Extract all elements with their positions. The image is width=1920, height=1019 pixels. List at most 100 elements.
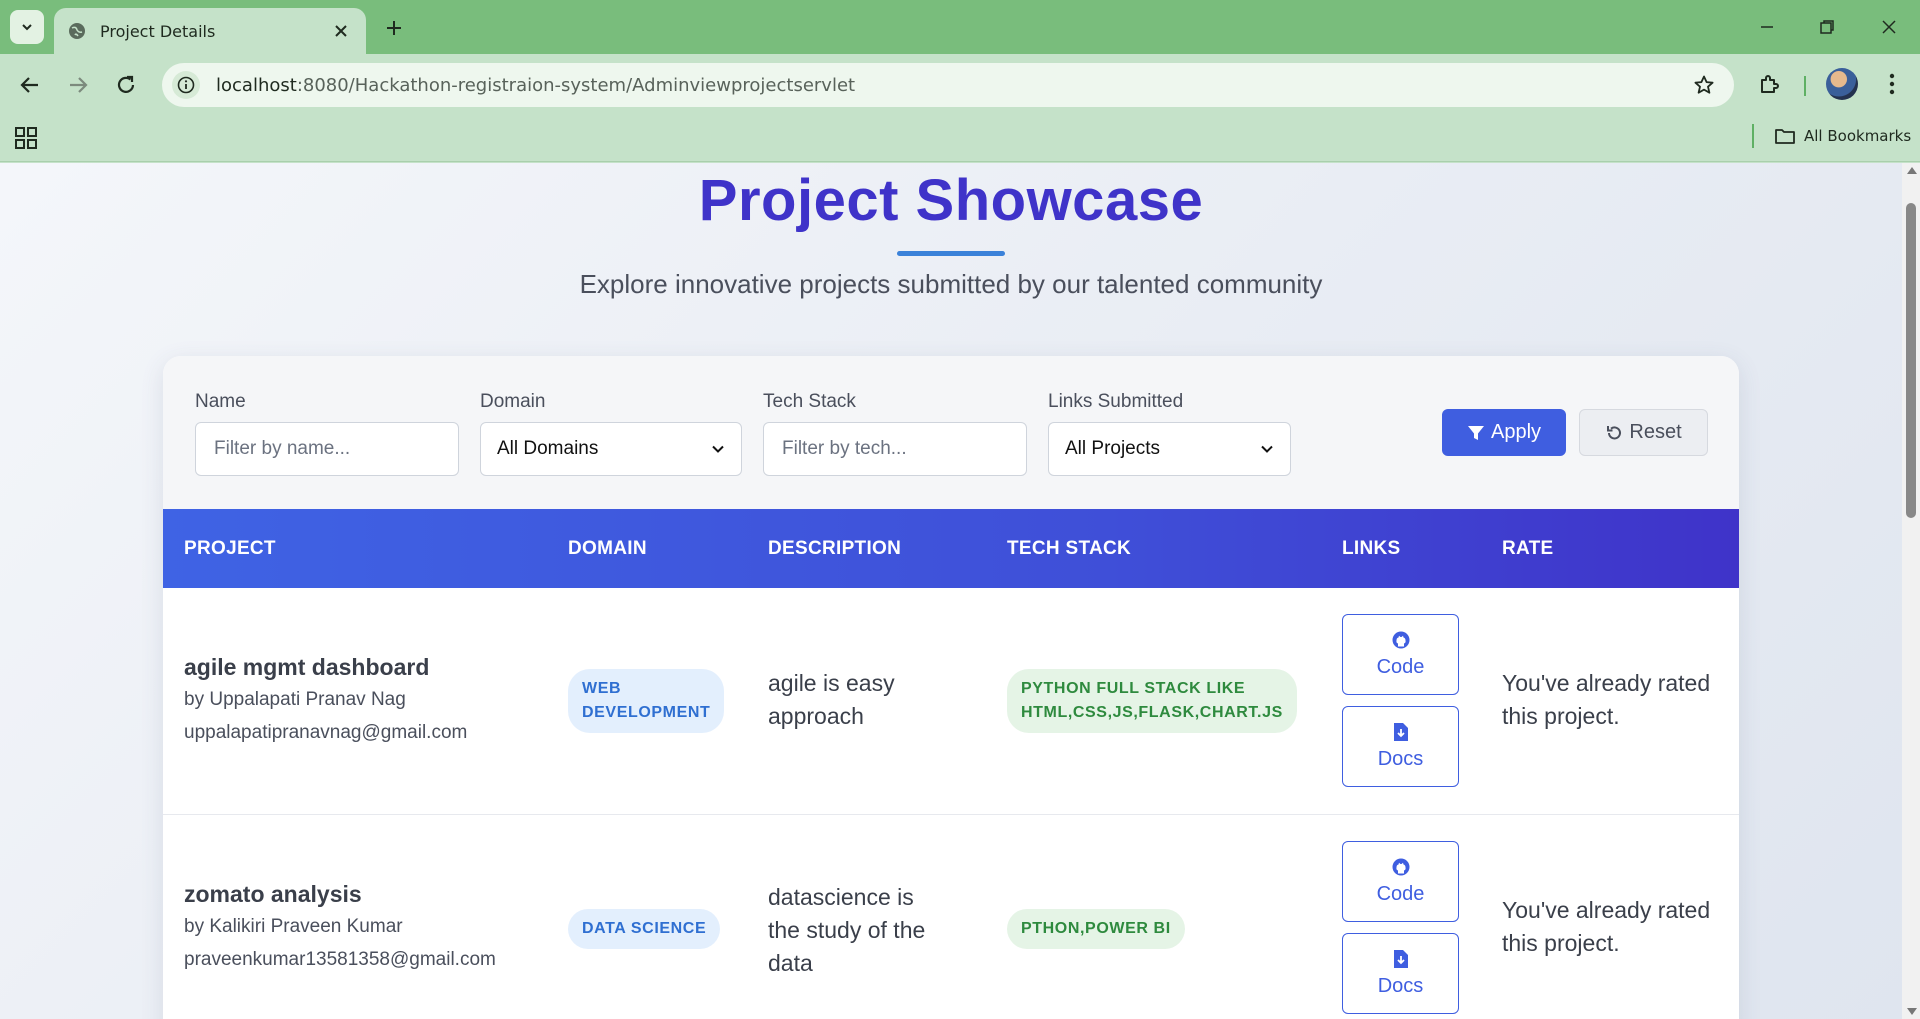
column-header-project: PROJECT	[184, 538, 276, 559]
folder-icon	[1775, 129, 1795, 144]
reload-button[interactable]	[110, 69, 142, 101]
domain-badge: DATA SCIENCE	[568, 909, 721, 949]
arrow-right-icon	[70, 77, 88, 93]
code-link-button[interactable]: Code	[1342, 614, 1459, 695]
all-bookmarks-label: All Bookmarks	[1804, 127, 1912, 145]
apps-grid-icon[interactable]	[14, 126, 38, 150]
domain-badge-line: DEVELOPMENT	[582, 704, 711, 721]
profile-avatar[interactable]	[1826, 68, 1858, 100]
browser-toolbar: localhost:8080/Hackathon-registraion-sys…	[0, 54, 1920, 116]
column-header-links: LINKS	[1342, 538, 1401, 559]
file-download-icon	[1393, 950, 1408, 968]
back-button[interactable]	[14, 69, 46, 101]
tab-search-button[interactable]	[10, 10, 44, 44]
project-description: agile is easy approach	[768, 670, 895, 729]
tech-filter-label: Tech Stack	[763, 391, 856, 412]
chevron-down-icon	[22, 24, 32, 31]
scrollbar-thumb[interactable]	[1906, 203, 1916, 518]
links-filter-value: All Projects	[1065, 438, 1161, 459]
docs-link-label: Docs	[1377, 748, 1424, 770]
close-window-button[interactable]	[1874, 12, 1904, 42]
code-link-label: Code	[1376, 656, 1425, 678]
toolbar-divider	[1804, 76, 1806, 96]
close-tab-icon[interactable]	[330, 20, 352, 42]
restore-icon	[1820, 20, 1834, 34]
kebab-menu-icon	[1889, 73, 1895, 95]
browser-tab[interactable]: Project Details	[54, 8, 366, 54]
table-row: zomato analysis by Kalikiri Praveen Kuma…	[163, 815, 1739, 1019]
page-viewport: Project Showcase Explore innovative proj…	[0, 163, 1902, 1019]
tech-stack-line: PYTHON FULL STACK LIKE	[1021, 680, 1246, 697]
name-filter-input[interactable]	[195, 422, 459, 476]
scroll-up-arrow-icon[interactable]	[1907, 167, 1917, 174]
name-filter-label: Name	[195, 391, 246, 412]
links-filter-select[interactable]: All Projects	[1048, 422, 1291, 476]
docs-link-button[interactable]: Docs	[1342, 706, 1459, 787]
page-title: Project Showcase	[698, 168, 1204, 233]
bookmarks-bar: All Bookmarks	[0, 116, 1920, 162]
reload-icon	[117, 75, 135, 93]
browser-menu-button[interactable]	[1880, 68, 1904, 100]
extensions-button[interactable]	[1754, 68, 1786, 100]
new-tab-button[interactable]	[380, 14, 408, 42]
project-description: datascience is the study of the data	[768, 884, 926, 976]
reset-label: Reset	[1629, 421, 1682, 443]
close-icon	[1882, 20, 1896, 34]
domain-badge-line: DATA SCIENCE	[582, 920, 707, 937]
project-name: zomato analysis	[184, 881, 362, 907]
chevron-down-icon	[712, 445, 724, 453]
address-bar[interactable]: localhost:8080/Hackathon-registraion-sys…	[162, 63, 1734, 107]
forward-button[interactable]	[62, 69, 94, 101]
site-info-icon[interactable]	[172, 71, 200, 99]
project-email: uppalapatipranavnag@gmail.com	[184, 722, 468, 743]
rating-status: You've already rated this project.	[1502, 897, 1711, 956]
code-link-label: Code	[1376, 883, 1425, 905]
tab-strip: Project Details	[0, 0, 1920, 54]
globe-icon	[69, 23, 85, 39]
domain-filter-select[interactable]: All Domains	[480, 422, 742, 476]
tech-filter-input[interactable]	[763, 422, 1027, 476]
project-author: by Uppalapati Pranav Nag	[184, 689, 406, 710]
column-header-description: DESCRIPTION	[768, 538, 902, 559]
page-scrollbar[interactable]	[1902, 163, 1920, 1019]
apply-button[interactable]: Apply	[1442, 409, 1566, 456]
code-link-button[interactable]: Code	[1342, 841, 1459, 922]
tech-stack-line: PTHON,POWER BI	[1021, 920, 1171, 937]
bookmark-star-icon[interactable]	[1690, 71, 1718, 99]
scroll-down-arrow-icon[interactable]	[1907, 1008, 1917, 1015]
filter-bar: Name Domain All Domains Tech Stack Links…	[163, 356, 1739, 509]
project-name: agile mgmt dashboard	[184, 654, 430, 680]
domain-filter-value: All Domains	[497, 438, 599, 459]
tech-stack-badge: PYTHON FULL STACK LIKE HTML,CSS,JS,FLASK…	[1007, 669, 1297, 733]
reset-button[interactable]: Reset	[1579, 409, 1708, 456]
all-bookmarks-button[interactable]: All Bookmarks	[1774, 122, 1911, 150]
page-subtitle: Explore innovative projects submitted by…	[579, 269, 1323, 299]
undo-icon	[1607, 425, 1622, 439]
project-email: praveenkumar13581358@gmail.com	[184, 949, 496, 970]
arrow-left-icon	[20, 77, 38, 93]
title-underline	[897, 251, 1005, 256]
puzzle-icon	[1761, 75, 1779, 93]
tech-stack-line: HTML,CSS,JS,FLASK,CHART.JS	[1021, 704, 1283, 721]
apply-label: Apply	[1490, 421, 1542, 443]
tab-title: Project Details	[100, 21, 216, 41]
file-download-icon	[1393, 723, 1408, 741]
column-header-rate: RATE	[1502, 538, 1554, 559]
github-icon	[1392, 858, 1409, 876]
bookmarks-divider	[1752, 124, 1754, 148]
filter-icon	[1467, 425, 1484, 440]
domain-badge-line: WEB	[582, 680, 622, 697]
chevron-down-icon	[1261, 445, 1273, 453]
docs-link-button[interactable]: Docs	[1342, 933, 1459, 1014]
table-header: PROJECT DOMAIN DESCRIPTION TECH STACK LI…	[163, 509, 1739, 588]
restore-button[interactable]	[1812, 12, 1842, 42]
projects-card: Name Domain All Domains Tech Stack Links…	[163, 356, 1739, 1019]
url-path: :8080/Hackathon-registraion-system/Admin…	[296, 74, 856, 96]
domain-filter-label: Domain	[480, 391, 546, 412]
url-host: localhost	[216, 74, 297, 96]
url-text: localhost:8080/Hackathon-registraion-sys…	[216, 75, 855, 96]
plus-icon	[387, 21, 401, 35]
links-filter-label: Links Submitted	[1048, 391, 1184, 412]
minimize-button[interactable]	[1752, 12, 1782, 42]
column-header-domain: DOMAIN	[568, 538, 647, 559]
